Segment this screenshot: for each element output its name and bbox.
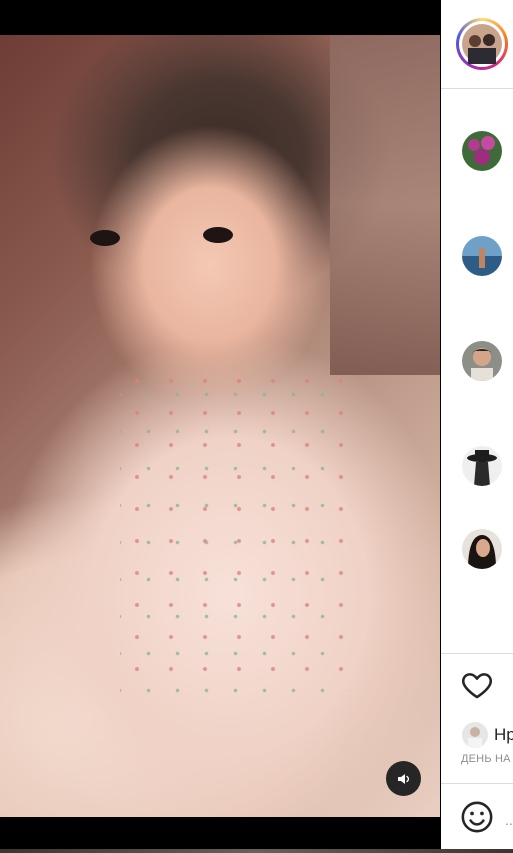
- suggested-avatar-1[interactable]: [462, 131, 502, 171]
- background-strip: [0, 849, 513, 853]
- liked-by-row: Нр: [462, 722, 513, 748]
- video-player[interactable]: [0, 35, 440, 817]
- story-avatar-ring[interactable]: [456, 18, 508, 70]
- dark-hair-avatar-icon: [462, 529, 502, 569]
- like-heart-icon[interactable]: [460, 668, 494, 702]
- clothing-pattern: [120, 365, 350, 695]
- eye-right: [203, 227, 233, 243]
- eye-left: [90, 230, 120, 246]
- header-divider: [441, 88, 513, 89]
- liked-by-avatar-icon: [462, 722, 488, 748]
- suggested-avatar-4[interactable]: [462, 446, 502, 486]
- speaker-icon: [397, 773, 409, 784]
- comment-input[interactable]: ...: [505, 812, 513, 828]
- emoji-smile-icon[interactable]: [460, 800, 494, 834]
- actions-divider: [441, 653, 513, 654]
- post-date: ДЕНЬ НА: [461, 753, 511, 765]
- suggested-avatar-2[interactable]: [462, 236, 502, 276]
- hat-avatar-icon: [462, 446, 502, 486]
- story-avatar-icon: [462, 24, 502, 64]
- suggested-avatar-3[interactable]: [462, 341, 502, 381]
- beach-avatar-icon: [462, 236, 502, 276]
- suggested-avatar-5[interactable]: [462, 529, 502, 569]
- woman-avatar-icon: [462, 341, 502, 381]
- liked-by-avatar[interactable]: [462, 722, 488, 748]
- background-chair: [330, 35, 440, 375]
- flowers-avatar-icon: [462, 131, 502, 171]
- comment-divider: [441, 783, 513, 784]
- mute-button[interactable]: [386, 761, 421, 796]
- liked-by-name[interactable]: Нр: [494, 725, 513, 745]
